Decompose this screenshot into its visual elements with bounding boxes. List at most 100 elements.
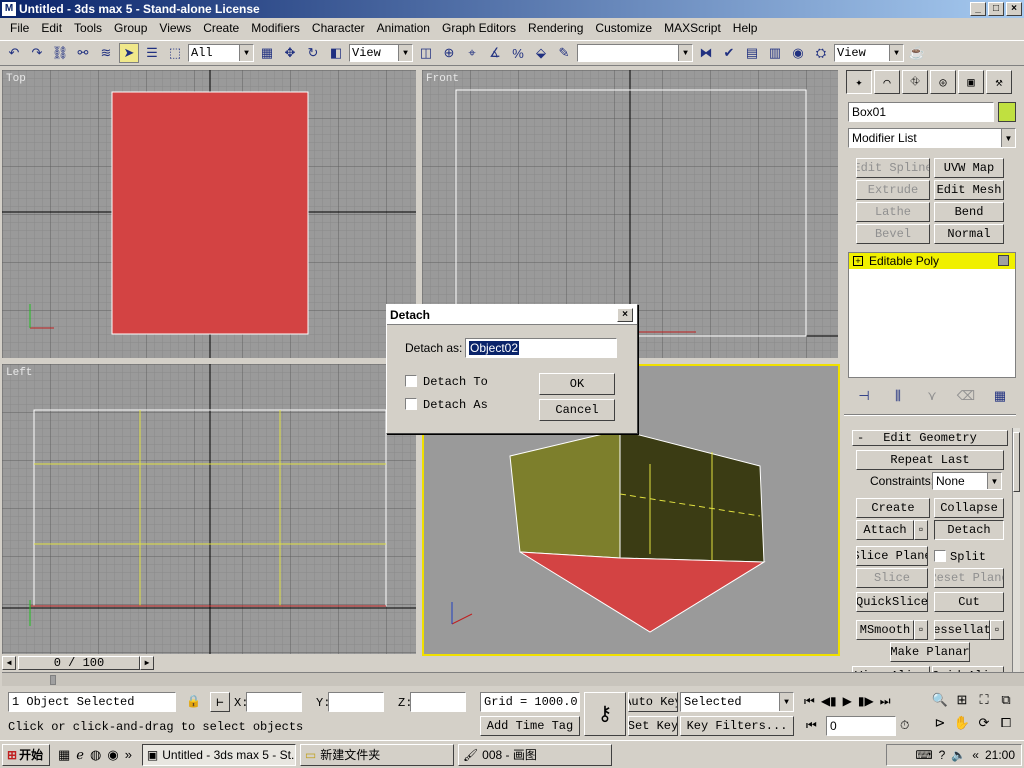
show-desktop-icon[interactable]: ▦ xyxy=(58,747,70,763)
detach-as-input[interactable]: Object02 xyxy=(465,338,617,358)
key-icon[interactable]: ⚷ xyxy=(584,692,626,736)
menu-modifiers[interactable]: Modifiers xyxy=(245,21,306,35)
create-tab-icon[interactable]: ✦ xyxy=(846,70,872,94)
reset-plane-button[interactable]: Reset Plane xyxy=(934,568,1004,588)
play-icon[interactable]: ▶ xyxy=(843,694,852,709)
media-player-icon[interactable]: ◍ xyxy=(90,747,101,763)
field-of-view-icon[interactable]: ⊳ xyxy=(930,715,950,736)
repeat-last-button[interactable]: Repeat Last xyxy=(856,450,1004,470)
undo-icon[interactable]: ↶ xyxy=(4,43,24,63)
mirror-icon[interactable]: ⧓ xyxy=(696,43,716,63)
extrude-button[interactable]: Extrude xyxy=(856,180,930,200)
menu-customize[interactable]: Customize xyxy=(589,21,658,35)
msmooth-settings-icon[interactable]: ▫ xyxy=(914,620,928,640)
cut-button[interactable]: Cut xyxy=(934,592,1004,612)
msmooth-button[interactable]: MSmooth xyxy=(856,620,914,640)
modifier-list-dropdown[interactable]: Modifier List ▼ xyxy=(848,128,1016,148)
viewport-label-left[interactable]: Left xyxy=(6,367,32,379)
menu-group[interactable]: Group xyxy=(108,21,153,35)
split-checkbox[interactable] xyxy=(934,550,946,562)
viewport-label-top[interactable]: Top xyxy=(6,73,26,85)
render-type-dropdown[interactable]: View ▼ xyxy=(834,44,904,62)
zoom-extents-icon[interactable]: ⛶ xyxy=(974,692,994,713)
edit-spline-button[interactable]: Edit Spline xyxy=(856,158,930,178)
menu-tools[interactable]: Tools xyxy=(68,21,108,35)
reference-coordinate-dropdown[interactable]: View ▼ xyxy=(349,44,413,62)
edit-mesh-button[interactable]: Edit Mesh xyxy=(934,180,1004,200)
modify-tab-icon[interactable]: ⌒ xyxy=(874,70,900,94)
next-frame-icon[interactable]: ▮▶ xyxy=(858,694,874,709)
detach-to-element-checkbox[interactable] xyxy=(405,375,417,387)
maximize-button[interactable]: □ xyxy=(988,2,1004,16)
goto-start-icon[interactable]: ⏮ xyxy=(804,694,815,709)
menu-views[interactable]: Views xyxy=(153,21,197,35)
select-scale-icon[interactable]: ◧ xyxy=(326,43,346,63)
key-mode-toggle-icon[interactable]: ⏮ xyxy=(806,718,817,733)
menu-create[interactable]: Create xyxy=(197,21,245,35)
add-time-tag-button[interactable]: Add Time Tag xyxy=(480,716,580,736)
bevel-button[interactable]: Bevel xyxy=(856,224,930,244)
pan-icon[interactable]: ✋ xyxy=(952,715,972,736)
menu-graph-editors[interactable]: Graph Editors xyxy=(436,21,522,35)
start-button[interactable]: ⊞ 开始 xyxy=(2,743,50,766)
menu-character[interactable]: Character xyxy=(306,21,371,35)
configure-modifier-sets-icon[interactable]: ▦ xyxy=(990,386,1010,406)
menu-animation[interactable]: Animation xyxy=(371,21,436,35)
viewport-label-front[interactable]: Front xyxy=(426,73,459,85)
dialog-close-icon[interactable]: × xyxy=(617,308,633,322)
create-button[interactable]: Create xyxy=(856,498,930,518)
percent-snap-icon[interactable]: % xyxy=(508,43,528,63)
edit-geometry-rollout-header[interactable]: - Edit Geometry xyxy=(852,430,1008,446)
unlink-icon[interactable]: ⚯ xyxy=(73,43,93,63)
cancel-button[interactable]: Cancel xyxy=(539,399,615,421)
browser-icon[interactable]: ◉ xyxy=(107,747,118,763)
auto-key-button[interactable]: Auto Key xyxy=(628,692,678,712)
make-unique-icon[interactable]: ⋎ xyxy=(922,386,942,406)
key-mode-dropdown[interactable]: Selected ▼ xyxy=(680,692,794,712)
y-coordinate-field[interactable] xyxy=(328,692,384,712)
material-editor-icon[interactable]: ◉ xyxy=(788,43,808,63)
schematic-view-icon[interactable]: ▥ xyxy=(765,43,785,63)
arc-rotate-icon[interactable]: ⟳ xyxy=(974,715,994,736)
attach-settings-icon[interactable]: ▫ xyxy=(914,520,928,540)
render-scene-icon[interactable]: ⛭ xyxy=(811,43,831,63)
select-rotate-icon[interactable]: ↻ xyxy=(303,43,323,63)
detach-button[interactable]: Detach xyxy=(934,520,1004,540)
lathe-button[interactable]: Lathe xyxy=(856,202,930,222)
viewport-top[interactable]: Top xyxy=(2,70,416,358)
zoom-icon[interactable]: 🔍 xyxy=(930,692,950,713)
collapse-button[interactable]: Collapse xyxy=(934,498,1004,518)
goto-end-icon[interactable]: ⏭ xyxy=(880,694,891,709)
menu-help[interactable]: Help xyxy=(727,21,764,35)
normal-button[interactable]: Normal xyxy=(934,224,1004,244)
task-3dsmax[interactable]: ▣ Untitled - 3ds max 5 - St... xyxy=(141,743,296,766)
internet-explorer-icon[interactable]: ℯ xyxy=(76,747,84,763)
time-configuration-icon[interactable]: ⏱ xyxy=(900,718,909,733)
pin-stack-icon[interactable]: ⊣ xyxy=(854,386,874,406)
zoom-all-icon[interactable]: ⊞ xyxy=(952,692,972,713)
slice-plane-button[interactable]: Slice Plane xyxy=(856,546,928,566)
stack-toggle-icon[interactable] xyxy=(998,255,1009,266)
window-crossing-icon[interactable]: ▦ xyxy=(257,43,277,63)
align-icon[interactable]: ✔ xyxy=(719,43,739,63)
select-link-icon[interactable]: ⛓ xyxy=(50,43,70,63)
keyboard-icon[interactable]: ⌨ xyxy=(915,748,932,762)
menu-rendering[interactable]: Rendering xyxy=(522,21,589,35)
selection-region-icon[interactable]: ⬚ xyxy=(165,43,185,63)
menu-maxscript[interactable]: MAXScript xyxy=(658,21,727,35)
remove-modifier-icon[interactable]: ⌫ xyxy=(956,386,976,406)
time-slider[interactable]: ◀ 0 / 100 ▶ xyxy=(2,656,154,670)
task-new-folder[interactable]: ▭ 新建文件夹 xyxy=(299,743,454,766)
edit-named-selection-icon[interactable]: ✎ xyxy=(554,43,574,63)
more-launch-icon[interactable]: » xyxy=(125,747,132,763)
utilities-tab-icon[interactable]: ⚒ xyxy=(986,70,1012,94)
track-bar-key[interactable] xyxy=(50,675,56,685)
help-icon[interactable]: ? xyxy=(939,748,946,762)
maximize-viewport-icon[interactable]: ⧠ xyxy=(996,715,1016,736)
absolute-mode-icon[interactable]: ⊢ xyxy=(210,692,230,712)
time-slider-right-icon[interactable]: ▶ xyxy=(140,656,154,670)
set-key-button[interactable]: Set Key xyxy=(628,716,678,736)
minimize-button[interactable]: _ xyxy=(970,2,986,16)
scrollbar-thumb[interactable] xyxy=(1013,432,1020,492)
current-frame-field[interactable]: 0 xyxy=(826,716,896,736)
